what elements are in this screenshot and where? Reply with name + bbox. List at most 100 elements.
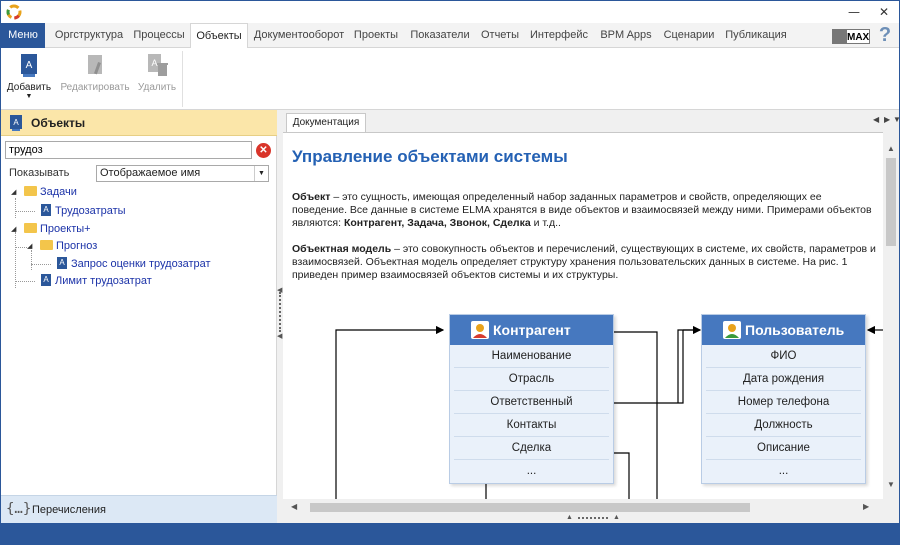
tab-bpm-apps[interactable]: BPM Apps [596,23,656,48]
entity-card-title: Контрагент [493,322,571,338]
tree-node-label: Лимит трудозатрат [55,275,152,287]
entity-card-title: Пользователь [745,322,845,338]
svg-text:A: A [151,58,157,68]
tab-objects[interactable]: Объекты [190,23,248,49]
tab-interface[interactable]: Интерфейс [528,23,590,48]
collapse-up-icon[interactable]: ▲ [566,514,573,521]
entity-field: ... [526,465,537,477]
tab-processes[interactable]: Процессы [129,23,189,48]
tab-documentation[interactable]: Документация [286,113,366,132]
collapse-left-icon[interactable]: ◀ [277,332,282,340]
entity-card-user: Пользователь ФИО Дата рождения Номер тел… [701,314,866,484]
documentation-panel: Документация ◀ ▶ ▼ Управление объектами … [283,110,900,523]
scrollbar-thumb[interactable] [310,503,750,512]
entity-field: Наименование [454,345,609,368]
add-object-icon: A [21,54,37,77]
tree-node-labor-limit[interactable]: A Лимит трудозатрат [41,273,152,290]
folder-icon [24,186,37,197]
clear-search-icon[interactable]: ✕ [256,143,271,158]
tree-line [31,264,51,265]
tree-node-projects[interactable]: ◢ Проекты+ [11,221,91,238]
edit-button[interactable]: Редактировать [59,52,131,108]
delete-label: Удалить [137,82,177,93]
connector-arrow [677,325,702,403]
collapse-icon[interactable]: ◢ [11,221,19,238]
scrollbar-thumb[interactable] [886,158,896,246]
entity-field: Дата рождения [706,368,861,391]
display-mode-select[interactable]: Отображаемое имя ▼ [96,165,269,182]
enumerations-section[interactable]: {…} Перечисления [1,495,277,523]
tab-projects[interactable]: Проекты [351,23,401,48]
horizontal-scrollbar[interactable]: ◀ ▶ [283,499,883,515]
entity-card-counterparty: Контрагент Наименование Отрасль Ответств… [449,314,614,484]
ribbon-toolbar: A Добавить ▼ Редактировать A Удалить [1,48,899,110]
scroll-right-icon[interactable]: ▶ [863,502,869,511]
tree-node-estimate-request[interactable]: A Запрос оценки трудозатрат [57,256,211,273]
folder-icon [24,223,37,234]
tree-node-label: Прогноз [56,240,98,252]
search-input[interactable] [5,141,252,159]
scroll-left-icon[interactable]: ◀ [291,502,297,511]
entity-field: Ответственный [454,391,609,414]
objects-panel-header: A Объекты [1,110,277,136]
help-icon[interactable]: ? [877,24,893,46]
tree-line [15,247,27,248]
objects-panel: A Объекты ✕ Показывать Отображаемое имя … [1,110,277,523]
tree-line [15,198,16,218]
close-button[interactable]: ✕ [869,1,899,23]
tree-node-forecast[interactable]: ◢ Прогноз [27,238,97,255]
delete-object-icon: A [148,54,168,76]
object-icon: A [41,204,51,217]
tab-indicators[interactable]: Показатели [405,23,475,48]
chevron-down-icon[interactable]: ▼ [254,166,268,181]
show-label: Показывать [9,167,70,179]
scroll-down-icon[interactable]: ▼ [883,480,899,489]
minimize-button[interactable]: — [839,1,869,23]
svg-text:A: A [13,118,19,127]
tree-node-label: Проекты+ [40,223,91,235]
tree-line [15,281,35,282]
entity-field: Отрасль [454,368,609,391]
tree-node-label: Задачи [40,186,77,198]
tab-scroll-left-icon[interactable]: ◀ [873,115,879,124]
collapse-up-icon[interactable]: ▲ [613,514,620,521]
horizontal-splitter[interactable]: ▲ ▲ [283,514,899,523]
scroll-up-icon[interactable]: ▲ [883,144,899,153]
splitter-grip[interactable] [578,517,608,519]
add-button[interactable]: A Добавить ▼ [5,52,53,108]
collapse-icon[interactable]: ◢ [27,238,35,255]
objects-icon: A [10,115,22,131]
splitter-grip[interactable] [279,292,281,332]
entity-field: Сделка [454,437,609,460]
person-icon [471,321,489,339]
menu-bar: Меню Оргструктура Процессы Объекты Докум… [1,23,899,49]
tree-node-labor-costs[interactable]: A Трудозатраты [41,203,126,220]
main-menu-button[interactable]: Меню [1,23,45,48]
add-dropdown-icon[interactable]: ▼ [5,93,53,100]
tab-orgstructure[interactable]: Оргструктура [51,23,127,48]
entity-card-header: Контрагент [450,315,613,345]
person-icon [723,321,741,339]
delete-button[interactable]: A Удалить [135,52,179,108]
edit-label: Редактировать [60,82,130,93]
vertical-scrollbar[interactable]: ▲ ▼ [883,132,899,499]
braces-icon: {…} [6,501,32,517]
tab-publication[interactable]: Публикация [723,23,789,48]
elma-logo-icon [6,4,22,20]
tree-line [15,211,35,212]
entity-field: Номер телефона [706,391,861,414]
tab-scroll-right-icon[interactable]: ▶ [884,115,890,124]
app-window: — ✕ Меню Оргструктура Процессы Объекты Д… [0,0,900,545]
title-bar: — ✕ [1,1,899,23]
collapse-icon[interactable]: ◢ [11,184,19,201]
objects-panel-title: Объекты [31,116,86,130]
entity-field: Контакты [454,414,609,437]
tab-reports[interactable]: Отчеты [478,23,522,48]
tab-document-flow[interactable]: Документооборот [251,23,347,48]
entity-field: Должность [706,414,861,437]
tab-scenarios[interactable]: Сценарии [659,23,719,48]
documentation-content: Управление объектами системы Объект – эт… [283,132,883,499]
svg-text:A: A [26,60,33,71]
tree-node-tasks[interactable]: ◢ Задачи [11,184,77,201]
tab-menu-icon[interactable]: ▼ [893,115,900,124]
